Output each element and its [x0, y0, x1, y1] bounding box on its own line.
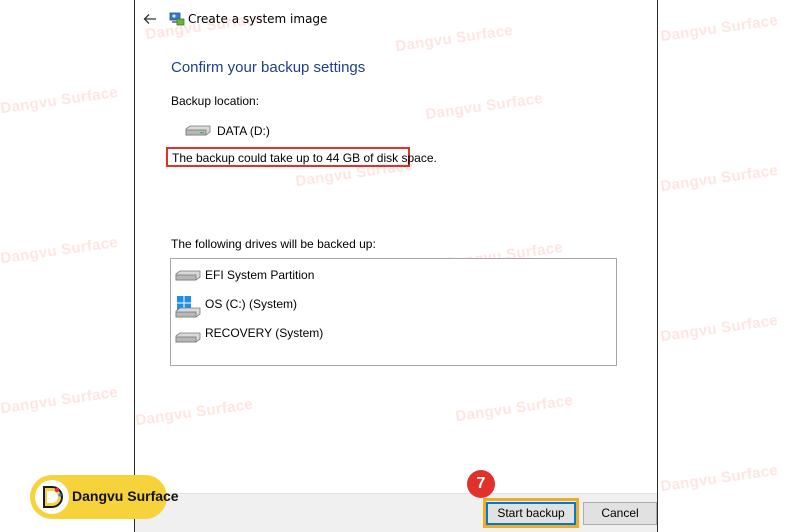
- brand-badge: Dangvu Surface: [30, 475, 179, 519]
- drive-icon: [185, 125, 211, 136]
- watermark: Dangvu Surface: [134, 395, 255, 430]
- drive-icon: [175, 307, 201, 318]
- disk-space-warning: The backup could take up to 44 GB of dis…: [166, 147, 437, 167]
- watermark: Dangvu Surface: [454, 391, 575, 426]
- backup-location-drive: DATA (D:): [217, 124, 270, 138]
- brand-logo-icon: [35, 480, 69, 514]
- backup-location-label: Backup location:: [171, 94, 260, 108]
- drive-label: OS (C:) (System): [205, 297, 297, 311]
- drive-label: RECOVERY (System): [205, 326, 324, 340]
- page-title: Confirm your backup settings: [171, 59, 366, 76]
- drive-icon: [175, 270, 201, 281]
- drive-label: EFI System Partition: [205, 268, 315, 282]
- drives-list[interactable]: EFI System Partition OS (C:) (System) RE…: [170, 258, 617, 366]
- list-item[interactable]: EFI System Partition: [171, 265, 616, 287]
- step-number-badge: 7: [467, 470, 495, 498]
- system-image-icon: [169, 12, 185, 26]
- window-title: Create a system image: [188, 12, 328, 26]
- disk-space-text: The backup could take up to 44 GB of dis…: [172, 151, 437, 165]
- title-bar: Create a system image: [135, 0, 657, 40]
- start-backup-button[interactable]: Start backup: [486, 502, 576, 525]
- back-arrow-icon[interactable]: [143, 12, 157, 26]
- list-item[interactable]: RECOVERY (System): [171, 323, 616, 345]
- drives-list-label: The following drives will be backed up:: [171, 237, 376, 251]
- drive-icon: [175, 332, 201, 343]
- watermark: Dangvu Surface: [424, 89, 545, 124]
- brand-name: Dangvu Surface: [72, 488, 179, 504]
- list-item[interactable]: OS (C:) (System): [171, 294, 616, 318]
- cancel-button[interactable]: Cancel: [583, 502, 657, 525]
- system-image-dialog: Dangvu Surface Dangvu Surface Dangvu Sur…: [134, 0, 658, 532]
